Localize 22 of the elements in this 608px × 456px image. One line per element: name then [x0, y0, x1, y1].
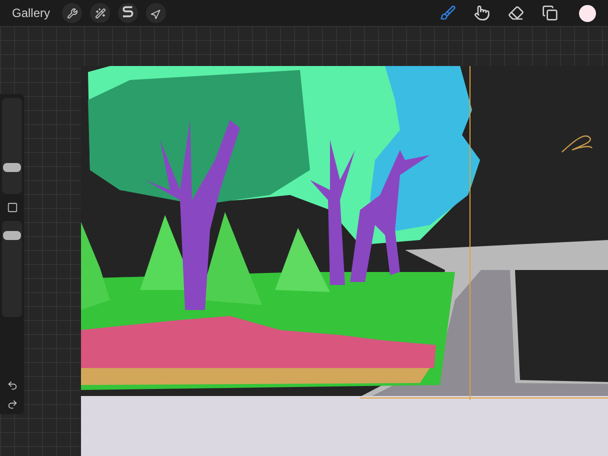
- redo-icon: [6, 399, 18, 410]
- vertical-slider[interactable]: [2, 221, 22, 317]
- toolbar-button[interactable]: [62, 3, 82, 23]
- color-swatch[interactable]: [579, 4, 596, 22]
- slider-thumb[interactable]: [3, 163, 21, 172]
- layers-icon: [542, 5, 558, 21]
- slider-thumb[interactable]: [3, 231, 21, 240]
- undo-icon: [6, 380, 18, 391]
- wrench-icon: [66, 8, 78, 18]
- scribble-drawing: [562, 135, 592, 152]
- undo-button[interactable]: [6, 380, 18, 391]
- gallery-button[interactable]: Gallery: [8, 4, 54, 22]
- magic-wand-icon: [94, 8, 106, 18]
- toolbar-button[interactable]: [118, 3, 138, 23]
- finger-icon: [474, 5, 490, 21]
- toolbar-button[interactable]: [146, 3, 166, 23]
- toolbar-button[interactable]: [90, 3, 110, 23]
- modify-button[interactable]: [6, 202, 18, 213]
- redo-button[interactable]: [6, 399, 18, 410]
- brush-icon: [440, 5, 456, 21]
- vertical-slider[interactable]: [2, 98, 22, 194]
- eraser-icon: [508, 5, 524, 21]
